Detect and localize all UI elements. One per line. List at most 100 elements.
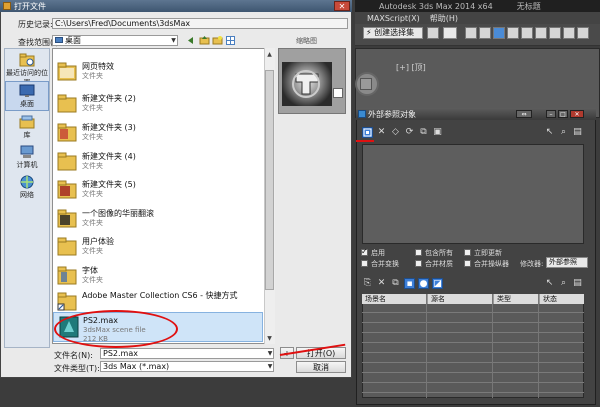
- table-row[interactable]: [362, 354, 584, 363]
- list-item[interactable]: 新建文件夹 (3) 文件夹: [53, 119, 263, 147]
- pin-icon[interactable]: ⇔: [516, 110, 532, 118]
- remove-object-icon[interactable]: ✕: [376, 278, 387, 289]
- curve-editor-icon[interactable]: [521, 27, 533, 39]
- table-row[interactable]: [362, 374, 584, 383]
- enabled-checkbox[interactable]: [361, 247, 368, 256]
- auto-update-checkbox[interactable]: [464, 249, 471, 256]
- maximize-icon[interactable]: □: [558, 110, 568, 118]
- back-icon[interactable]: [186, 35, 197, 46]
- list-item[interactable]: 字体 文件夹: [53, 262, 263, 290]
- align-icon[interactable]: [479, 27, 491, 39]
- folder-icon: [57, 209, 77, 228]
- remove-xref-icon[interactable]: ✕: [376, 127, 387, 138]
- highlight-selected-icon[interactable]: ⌕: [558, 127, 569, 138]
- close-icon[interactable]: ✕: [570, 110, 584, 118]
- desktop-small-icon: [55, 37, 63, 43]
- selection-filter-combo[interactable]: [443, 27, 457, 39]
- merge-object-icon[interactable]: ⧉: [390, 278, 401, 289]
- col-source-name[interactable]: 源名: [428, 294, 494, 304]
- merge-icon[interactable]: ⧉: [418, 127, 429, 138]
- cancel-button[interactable]: 取消: [296, 361, 346, 373]
- scroll-down-icon[interactable]: ▼: [265, 334, 274, 343]
- minimize-icon[interactable]: –: [546, 110, 556, 118]
- thumbnail-refresh-button[interactable]: [333, 88, 343, 98]
- table-row[interactable]: [362, 304, 584, 313]
- list-item[interactable]: 网页特效 文件夹: [53, 58, 263, 86]
- material-editor-icon[interactable]: [549, 27, 561, 39]
- render-frame-icon[interactable]: [577, 27, 589, 39]
- view-menu-icon[interactable]: [225, 35, 236, 46]
- render-setup-icon[interactable]: [563, 27, 575, 39]
- menu-maxscript[interactable]: MAXScript(X): [367, 14, 420, 23]
- list-item[interactable]: 新建文件夹 (4) 文件夹: [53, 148, 263, 176]
- add-xref-icon[interactable]: [362, 127, 373, 138]
- place-library[interactable]: 库: [5, 115, 49, 140]
- mirror-icon[interactable]: [465, 27, 477, 39]
- chevron-down-icon[interactable]: ▼: [266, 349, 274, 358]
- file-type: 文件夹: [82, 133, 103, 141]
- viewport-label[interactable]: [+] [顶]: [396, 62, 426, 73]
- history-label: 历史记录:: [18, 20, 53, 29]
- table-row[interactable]: [362, 324, 584, 333]
- named-selection-icon[interactable]: [427, 27, 439, 39]
- layer-manager-icon[interactable]: [493, 27, 505, 39]
- table-row[interactable]: [362, 384, 584, 393]
- list-materials-icon[interactable]: ●: [418, 278, 429, 289]
- list-options-icon[interactable]: ▤: [572, 127, 583, 138]
- modifiers-combo[interactable]: 外部参照: [546, 257, 588, 268]
- update-icon[interactable]: ⟳: [404, 127, 415, 138]
- select-source-icon[interactable]: ⌕: [558, 278, 569, 289]
- list-objects-icon[interactable]: ▪: [404, 278, 415, 289]
- schematic-view-icon[interactable]: [535, 27, 547, 39]
- place-computer[interactable]: 计算机: [5, 145, 49, 170]
- new-folder-icon[interactable]: [212, 35, 223, 46]
- annotation-underline-add-xref: [356, 140, 374, 142]
- filetype-select[interactable]: 3ds Max (*.max): [100, 361, 274, 372]
- list-item[interactable]: 新建文件夹 (2) 文件夹: [53, 90, 263, 118]
- history-path-combo[interactable]: C:\Users\Fred\Documents\3dsMax: [52, 18, 348, 29]
- merge-manipulators-checkbox[interactable]: [464, 260, 471, 267]
- graphite-tools-icon[interactable]: [507, 27, 519, 39]
- place-desktop-label: 桌面: [20, 100, 34, 108]
- include-all-checkbox[interactable]: [415, 249, 422, 256]
- file-type: 文件夹: [82, 104, 103, 112]
- list-item[interactable]: 新建文件夹 (5) 文件夹: [53, 176, 263, 204]
- scrollbar-thumb[interactable]: [265, 70, 274, 290]
- select-object-icon[interactable]: ↖: [544, 278, 555, 289]
- chevron-down-icon[interactable]: ▼: [169, 36, 178, 45]
- file-list-items: 网页特效 文件夹 新建文件夹 (2) 文件夹 新建文件夹 (3) 文件夹 新建文…: [52, 48, 264, 344]
- selection-set-combo[interactable]: ⚡ 创建选择集: [363, 27, 423, 39]
- up-folder-icon[interactable]: [199, 35, 210, 46]
- list-controllers-icon[interactable]: ◪: [432, 278, 443, 289]
- viewcube-face[interactable]: [360, 78, 372, 90]
- lookin-combo[interactable]: 桌面: [52, 35, 178, 46]
- add-object-icon[interactable]: ⎘: [362, 278, 373, 289]
- col-type[interactable]: 类型: [494, 294, 540, 304]
- table-row[interactable]: [362, 344, 584, 353]
- bind-icon[interactable]: ▣: [432, 127, 443, 138]
- merge-transforms-checkbox[interactable]: [361, 260, 368, 267]
- list-item[interactable]: 用户体验 文件夹: [53, 233, 263, 261]
- table-row[interactable]: [362, 334, 584, 343]
- menu-help[interactable]: 帮助(H): [430, 13, 458, 24]
- xref-title: 外部参照对象: [368, 109, 416, 119]
- include-all-label: 包含所有: [425, 249, 453, 257]
- convert-selected-icon[interactable]: ◇: [390, 127, 401, 138]
- place-desktop[interactable]: 桌面: [5, 81, 49, 111]
- list-item[interactable]: 一个图像的华丽翻滚 文件夹: [53, 205, 263, 233]
- merge-materials-checkbox[interactable]: [415, 260, 422, 267]
- file-type: 文件夹: [82, 247, 103, 255]
- table-row[interactable]: [362, 314, 584, 323]
- close-icon[interactable]: ✕: [334, 1, 350, 11]
- scroll-up-icon[interactable]: ▲: [265, 50, 274, 59]
- table-row[interactable]: [362, 364, 584, 373]
- filename-input[interactable]: PS2.max: [100, 348, 274, 359]
- select-icon[interactable]: ↖: [544, 127, 555, 138]
- chevron-down-icon[interactable]: ▼: [266, 362, 274, 371]
- col-status[interactable]: 状态: [540, 294, 584, 304]
- col-scene-name[interactable]: 场景名: [362, 294, 428, 304]
- place-network[interactable]: 网络: [5, 175, 49, 200]
- file-name: Adobe Master Collection CS6 - 快捷方式: [82, 291, 238, 300]
- display-options-icon[interactable]: ▤: [572, 278, 583, 289]
- xref-files-list[interactable]: [362, 144, 584, 244]
